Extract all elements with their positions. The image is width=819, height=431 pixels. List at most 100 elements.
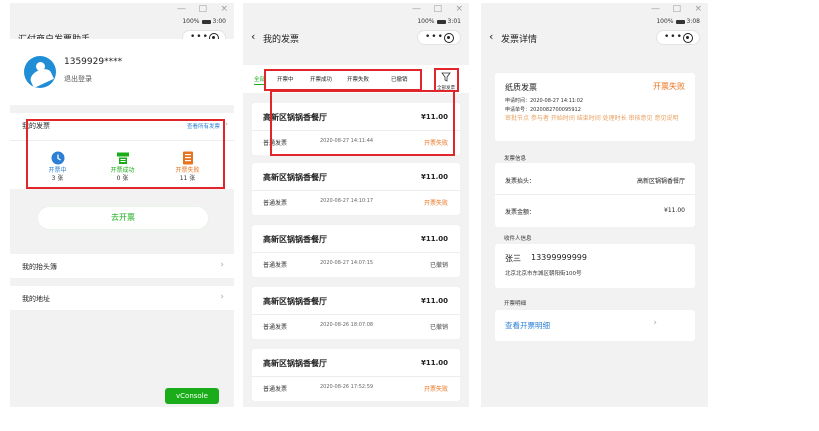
receiver-card: 张三 13399999999 北京北京市东城区朝阳街100号 (495, 244, 695, 288)
invoice-type: 普通发票 (263, 200, 288, 207)
invoice-detail-screen: — □ × 100% 3:08 ‹ 发票详情 ••• 纸质发票 开票失败 申请时间… (481, 3, 708, 407)
restaurant-name: 高新区锅锅香餐厅 (263, 297, 327, 306)
menu-item-address[interactable]: 我的地址 › (10, 286, 234, 310)
view-details-link[interactable]: 查看开票明细 (505, 320, 550, 331)
amount-value: ¥11.00 (664, 207, 685, 214)
close-icon[interactable]: × (220, 3, 228, 16)
invoice-amount: ¥11.00 (420, 359, 448, 367)
window-titlebar: — □ × (10, 3, 234, 16)
close-target-icon[interactable] (683, 33, 693, 43)
receiver-address: 北京北京市东城区朝阳街100号 (505, 271, 582, 277)
status-time: 3:00 (212, 18, 226, 25)
approval-note: 审批节点 参与者 开始时间 结束时间 处理时长 审核意见 意见说明 (505, 115, 679, 122)
header-label: 发票抬头： (505, 178, 536, 185)
restaurant-name: 高新区锅锅香餐厅 (263, 173, 327, 182)
home-screen: — □ × 100%3:00 汇付商户发票助手 ••• 1359929**** … (10, 3, 234, 407)
window-titlebar: — □ × (481, 3, 708, 16)
minimize-icon[interactable]: — (651, 3, 660, 16)
more-icon[interactable]: ••• (425, 31, 444, 43)
invoice-status: 开票失败 (653, 82, 685, 91)
invoice-card[interactable]: 高新区锅锅香餐厅 ¥11.00 普通发票 2020-08-27 14:07:15… (252, 225, 460, 277)
section-invoice-details: 开票明细 (504, 301, 527, 307)
maximize-icon[interactable]: □ (433, 3, 442, 16)
receiver-phone: 13399999999 (531, 253, 587, 262)
battery-icon (436, 19, 446, 24)
apply-number: 申请单号：2020082700095912 (505, 107, 581, 113)
menu-item-label: 我的地址 (22, 295, 50, 303)
vconsole-button[interactable]: vConsole (165, 388, 219, 404)
status-bar: 100% 3:08 (481, 16, 708, 28)
highlight-box (26, 119, 225, 189)
view-details-row[interactable]: 查看开票明细 › (495, 310, 695, 341)
invoice-list-screen: — □ × 100% 3:01 ‹ 我的发票 ••• 全部 开票中 开票成功 开票… (243, 3, 469, 407)
nav-bar: ‹ 发票详情 ••• (481, 28, 708, 48)
invoice-amount: ¥11.00 (420, 173, 448, 181)
maximize-icon[interactable]: □ (672, 3, 681, 16)
invoice-date: 2020-08-26 18:07:08 (320, 322, 374, 328)
battery-icon (201, 19, 211, 24)
invoice-card[interactable]: 高新区锅锅香餐厅 ¥11.00 普通发票 2020-08-26 18:07:08… (252, 287, 460, 339)
menu-item-label: 我的抬头簿 (22, 263, 57, 271)
highlight-box (264, 69, 422, 91)
user-phone: 1359929**** (64, 57, 123, 67)
invoice-type: 普通发票 (263, 386, 288, 393)
close-icon[interactable]: × (455, 3, 463, 16)
highlight-box (270, 90, 455, 156)
window-titlebar: — □ × (243, 3, 469, 16)
close-icon[interactable]: × (694, 3, 702, 16)
battery-percent: 100% (182, 18, 200, 25)
status-bar: 100% 3:01 (243, 16, 469, 28)
close-target-icon[interactable] (444, 33, 454, 43)
invoice-status: 已撤销 (429, 262, 448, 269)
back-icon[interactable]: ‹ (489, 30, 493, 43)
invoice-status: 开票失败 (423, 200, 448, 207)
invoice-info-card: 发票抬头： 高新区锅锅香餐厅 发票金额： ¥11.00 (495, 163, 695, 227)
invoice-amount: ¥11.00 (420, 297, 448, 305)
chevron-right-icon: › (653, 318, 657, 328)
issue-invoice-button[interactable]: 去开票 (38, 207, 208, 229)
minimize-icon[interactable]: — (177, 3, 186, 16)
receiver-name: 张三 (505, 254, 521, 263)
paper-invoice-label: 纸质发票 (505, 83, 537, 92)
invoice-amount: ¥11.00 (420, 235, 448, 243)
restaurant-name: 高新区锅锅香餐厅 (263, 359, 327, 368)
header-value: 高新区锅锅香餐厅 (636, 178, 685, 185)
section-receiver-info: 收件人信息 (504, 236, 532, 242)
avatar (24, 56, 56, 88)
invoice-summary-card: 纸质发票 开票失败 申请时间：2020-08-27 14:11:02 申请单号：… (495, 73, 695, 141)
battery-percent: 100% (656, 18, 674, 25)
status-bar: 100% 3:00 (10, 16, 234, 28)
battery-icon (675, 19, 685, 24)
mini-program-capsule[interactable]: ••• (417, 30, 461, 45)
invoice-date: 2020-08-27 14:10:17 (320, 198, 374, 204)
chevron-right-icon: › (225, 120, 228, 128)
chevron-right-icon: › (220, 292, 224, 302)
invoice-card[interactable]: 高新区锅锅香餐厅 ¥11.00 普通发票 2020-08-27 14:10:17… (252, 163, 460, 215)
menu-item-title-book[interactable]: 我的抬头簿 › (10, 254, 234, 278)
invoice-type: 普通发票 (263, 324, 288, 331)
page-title: 发票详情 (501, 35, 538, 45)
battery-percent: 100% (417, 18, 435, 25)
status-time: 3:01 (447, 18, 461, 25)
logout-link[interactable]: 退出登录 (64, 74, 92, 84)
invoice-date: 2020-08-26 17:52:59 (320, 384, 374, 390)
chevron-right-icon: › (220, 260, 224, 270)
maximize-icon[interactable]: □ (198, 3, 207, 16)
highlight-box (434, 68, 459, 92)
nav-bar: ‹ 我的发票 ••• (243, 28, 469, 48)
more-icon[interactable]: ••• (664, 31, 683, 43)
invoice-card[interactable]: 高新区锅锅香餐厅 ¥11.00 普通发票 2020-08-26 17:52:59… (252, 349, 460, 401)
section-invoice-info: 发票信息 (504, 156, 527, 162)
invoice-date: 2020-08-27 14:07:15 (320, 260, 374, 266)
invoice-type: 普通发票 (263, 262, 288, 269)
minimize-icon[interactable]: — (412, 3, 421, 16)
invoice-status: 开票失败 (423, 386, 448, 393)
apply-time: 申请时间：2020-08-27 14:11:02 (505, 98, 584, 104)
page-title: 我的发票 (263, 35, 300, 45)
invoice-status: 已撤销 (429, 324, 448, 331)
amount-label: 发票金额： (505, 209, 536, 216)
user-card: 1359929**** 退出登录 (10, 39, 234, 105)
back-icon[interactable]: ‹ (251, 30, 255, 43)
mini-program-capsule[interactable]: ••• (656, 30, 700, 45)
status-time: 3:08 (686, 18, 700, 25)
